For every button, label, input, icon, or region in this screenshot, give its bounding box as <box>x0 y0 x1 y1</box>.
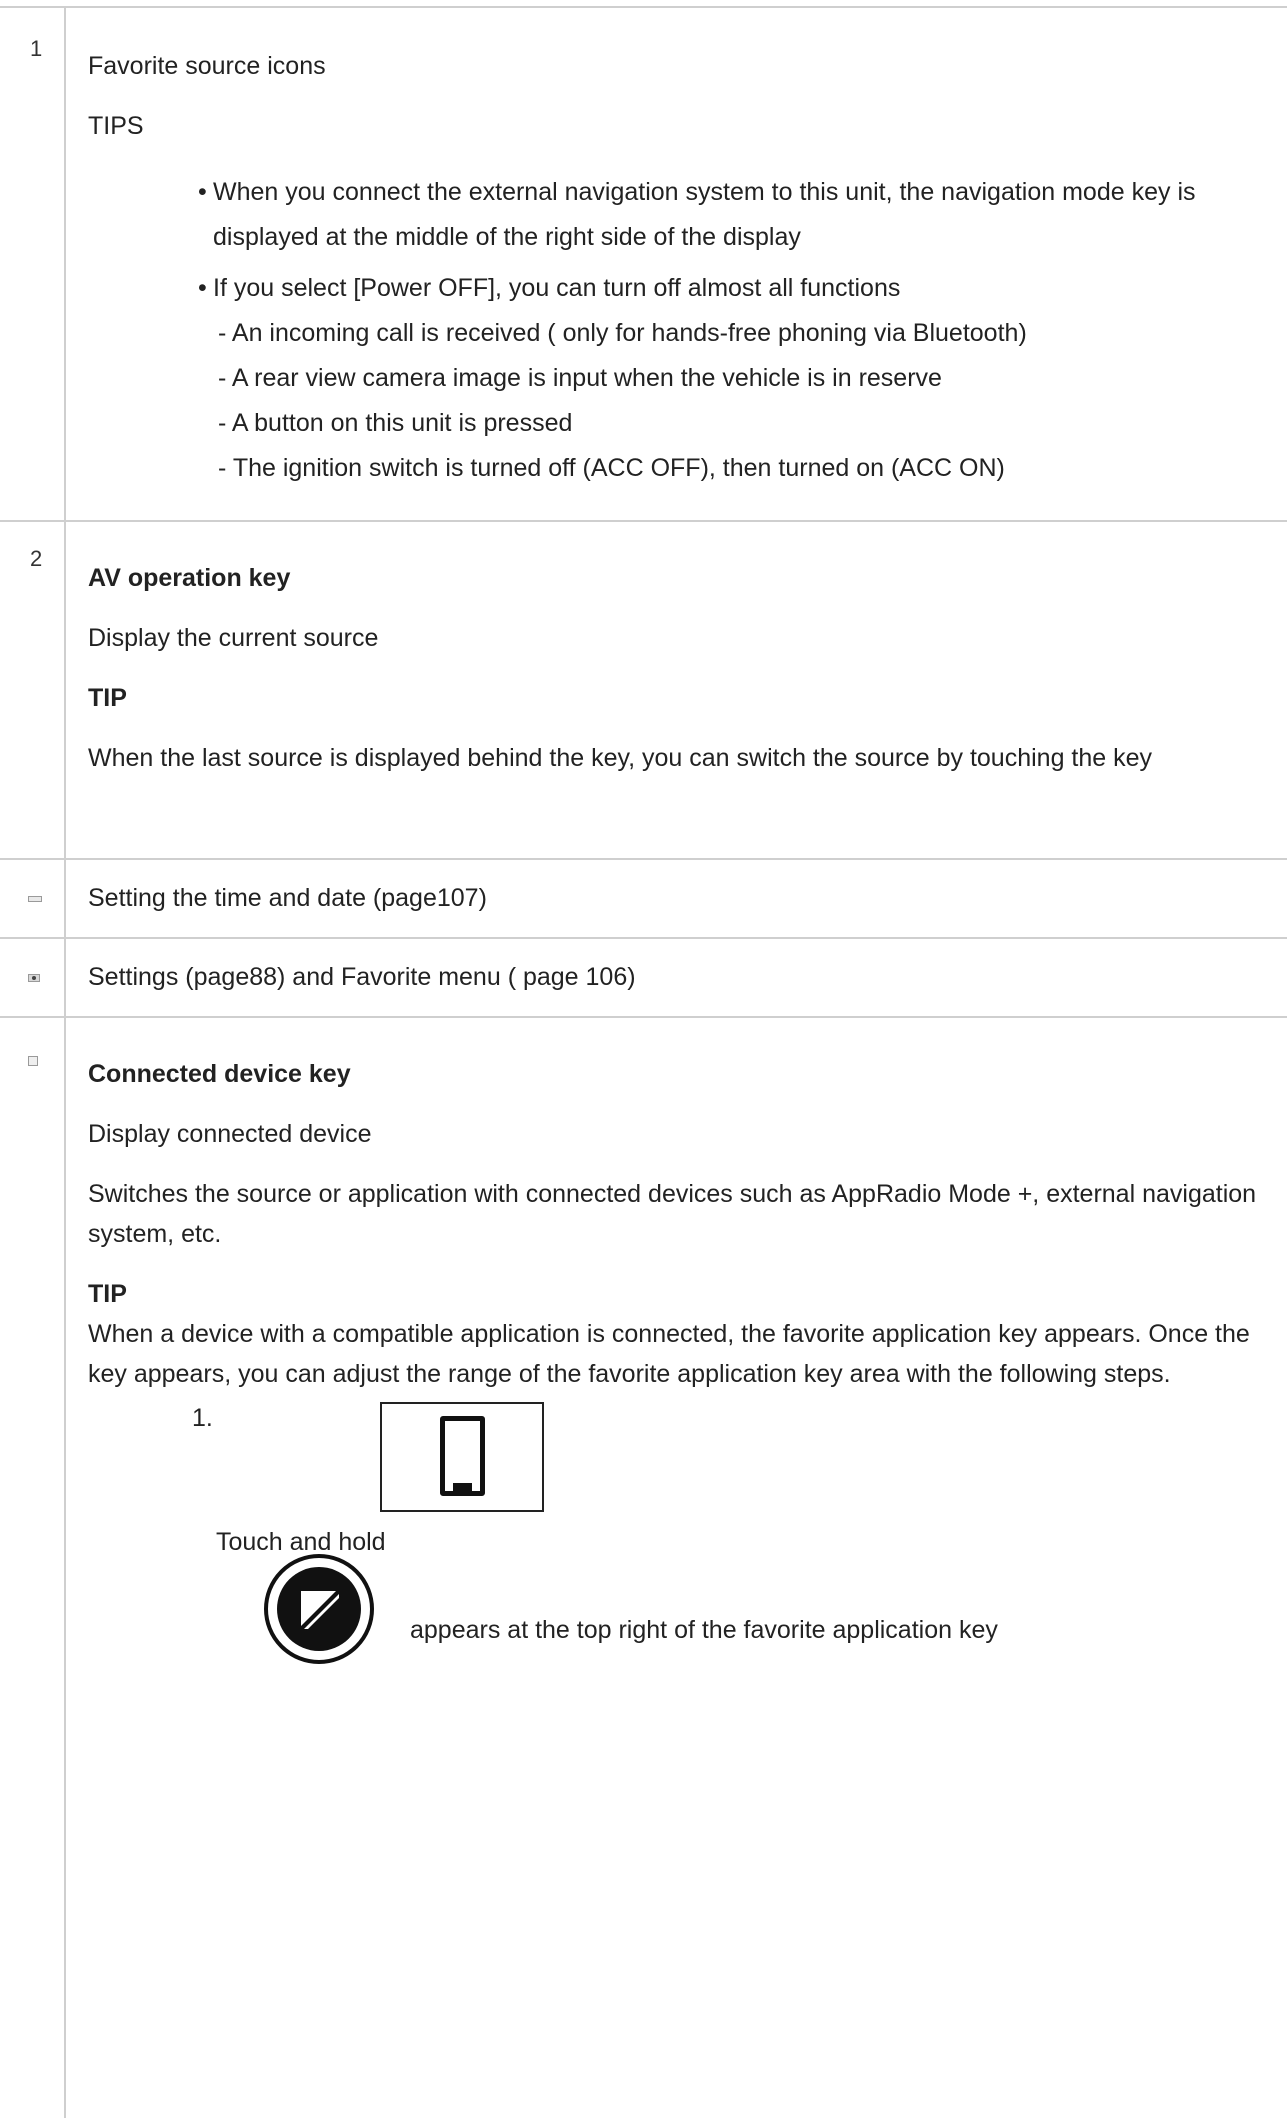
tip-text: When you connect the external navigation… <box>213 178 1196 251</box>
row-icon-cell <box>0 860 66 937</box>
row-title: AV operation key <box>88 564 291 592</box>
row-title: Favorite source icons <box>88 52 326 80</box>
row-description: Display connected device <box>88 1120 372 1148</box>
row-icon-cell <box>0 1018 66 2118</box>
tip-bullet-item: • When you connect the external navigati… <box>198 170 1267 260</box>
tip-heading: TIP <box>88 1280 127 1308</box>
step-number: 1. <box>192 1404 213 1432</box>
row-text: Setting the time and date (page107) <box>88 884 487 912</box>
table-row-av-operation-key: 2 AV operation key Display the current s… <box>0 522 1287 860</box>
tip-sub-item: - A button on this unit is pressed <box>218 409 573 437</box>
resize-handle-icon <box>264 1554 374 1664</box>
row-description: Display the current source <box>88 624 379 652</box>
tip-text: When the last source is displayed behind… <box>88 744 1153 772</box>
row-content: Connected device key Display connected d… <box>66 1018 1287 2118</box>
step-instruction: Touch and hold <box>216 1528 386 1556</box>
step-result: appears at the top right of the favorite… <box>410 1616 998 1644</box>
row-content: Setting the time and date (page107) <box>66 860 1287 937</box>
table-row-favorite-source-icons: 1 Favorite source icons TIPS • When you … <box>0 8 1287 522</box>
bullet-marker: • <box>198 178 207 206</box>
row-number: 1 <box>0 8 66 520</box>
instruction-table: 1 Favorite source icons TIPS • When you … <box>0 6 1287 2118</box>
table-row-connected-device-key: Connected device key Display connected d… <box>0 1018 1287 2118</box>
tip-heading: TIP <box>88 684 127 712</box>
connected-device-key-icon <box>28 1056 38 1066</box>
step-item: 1. Touch and hold appears at the top rig… <box>88 1400 1267 1680</box>
table-row-time-date: Setting the time and date (page107) <box>0 860 1287 939</box>
row-text: Settings (page88) and Favorite menu ( pa… <box>88 963 636 991</box>
tip-sub-item: - The ignition switch is turned off (ACC… <box>218 454 1005 482</box>
row-detail: Switches the source or application with … <box>88 1180 1257 1248</box>
row-title: Connected device key <box>88 1060 351 1088</box>
smartphone-icon <box>440 1416 485 1496</box>
tip-sub-item: - An incoming call is received ( only fo… <box>218 319 1027 347</box>
tip-sub-item: - A rear view camera image is input when… <box>218 364 942 392</box>
settings-key-icon <box>28 973 40 982</box>
row-content: Favorite source icons TIPS • When you co… <box>66 8 1287 520</box>
row-content: AV operation key Display the current sou… <box>66 522 1287 858</box>
table-row-settings: Settings (page88) and Favorite menu ( pa… <box>0 939 1287 1018</box>
tip-text: When a device with a compatible applicat… <box>88 1320 1250 1388</box>
row-number: 2 <box>0 522 66 858</box>
favorite-application-key-image <box>380 1402 544 1512</box>
tips-list: • When you connect the external navigati… <box>198 170 1267 491</box>
tip-bullet-item: • If you select [Power OFF], you can tur… <box>198 266 1267 311</box>
row-content: Settings (page88) and Favorite menu ( pa… <box>66 939 1287 1016</box>
clock-key-icon <box>28 895 42 902</box>
tips-heading: TIPS <box>88 112 144 140</box>
row-icon-cell <box>0 939 66 1016</box>
bullet-marker: • <box>198 274 207 302</box>
tip-text: If you select [Power OFF], you can turn … <box>213 274 901 302</box>
